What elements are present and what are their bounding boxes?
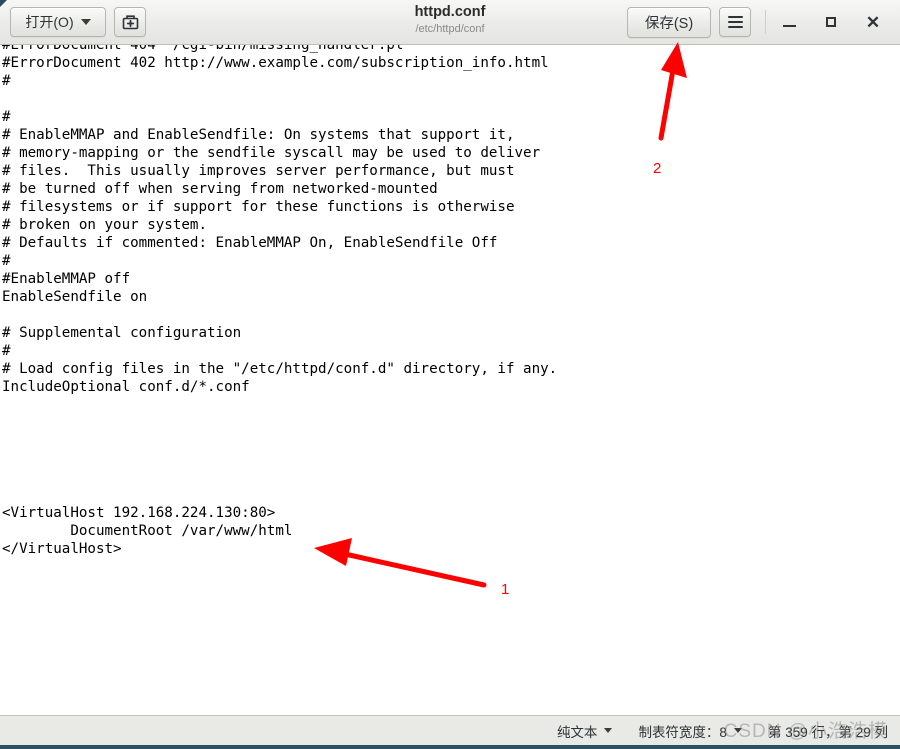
close-icon: ✕ <box>865 12 881 32</box>
header-divider <box>765 10 766 34</box>
maximize-button[interactable] <box>820 11 842 33</box>
header-bar: 打开(O) httpd.conf /etc/httpd/conf 保存(S) ✕ <box>0 0 900 45</box>
chevron-down-icon <box>604 728 613 733</box>
cursor-position-indicator[interactable]: 第 359 行，第 29 列 <box>768 721 888 741</box>
header-left-group: 打开(O) <box>10 7 146 37</box>
text-editor-area[interactable]: #ErrorDocument 404 "/cgi-bin/missing_han… <box>0 45 900 715</box>
maximize-icon <box>826 17 836 27</box>
cursor-position-label: 第 359 行，第 29 列 <box>767 724 888 740</box>
new-document-icon <box>122 14 138 29</box>
open-file-button[interactable]: 打开(O) <box>10 7 106 37</box>
header-right-group: 保存(S) ✕ <box>627 6 890 38</box>
chevron-down-icon <box>80 19 91 25</box>
file-content[interactable]: #ErrorDocument 404 "/cgi-bin/missing_han… <box>2 45 557 558</box>
filetype-label: 纯文本 <box>556 724 598 740</box>
close-button[interactable]: ✕ <box>862 11 884 33</box>
save-button[interactable]: 保存(S) <box>627 6 711 38</box>
tab-width-selector[interactable]: 制表符宽度：8 <box>638 721 742 741</box>
status-bar: 纯文本 制表符宽度：8 第 359 行，第 29 列 CSDN @小浩浩模 <box>0 715 900 749</box>
tab-width-label: 制表符宽度：8 <box>638 724 727 740</box>
window-controls: ✕ <box>778 11 890 33</box>
chevron-down-icon <box>733 728 742 733</box>
minimize-button[interactable] <box>778 11 800 33</box>
save-button-label: 保存(S) <box>644 15 694 32</box>
open-file-label: 打开(O) <box>25 14 74 30</box>
filetype-selector[interactable]: 纯文本 <box>557 721 613 741</box>
main-menu-button[interactable] <box>719 7 751 37</box>
new-document-button[interactable] <box>114 7 146 37</box>
text-editor-window: 打开(O) httpd.conf /etc/httpd/conf 保存(S) ✕… <box>0 0 900 749</box>
hamburger-menu-icon <box>727 16 743 28</box>
minimize-icon <box>782 25 796 27</box>
